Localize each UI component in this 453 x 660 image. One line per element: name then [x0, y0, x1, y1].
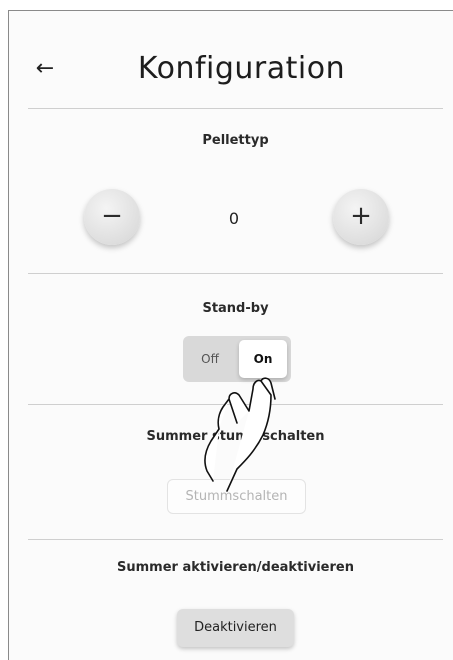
- decrement-button[interactable]: −: [84, 189, 140, 245]
- divider: [28, 404, 443, 405]
- divider: [28, 108, 443, 109]
- deactivate-button[interactable]: Deaktivieren: [177, 609, 294, 647]
- standby-off-option[interactable]: Off: [183, 336, 237, 382]
- pellettyp-label: Pellettyp: [202, 133, 269, 148]
- standby-toggle: Off On: [183, 336, 291, 382]
- standby-label: Stand-by: [202, 301, 269, 316]
- mute-button: Stummschalten: [167, 479, 306, 514]
- pellettyp-value: 0: [228, 209, 240, 228]
- page-title: Konfiguration: [137, 51, 346, 86]
- standby-on-option[interactable]: On: [239, 340, 287, 378]
- summer-toggle-label: Summer aktivieren/deaktivieren: [117, 560, 354, 575]
- increment-button[interactable]: +: [333, 189, 389, 245]
- config-screen: ← Konfiguration Pellettyp − 0 + Stand-by…: [8, 10, 453, 660]
- divider: [28, 539, 443, 540]
- summer-mute-label: Summer stummschalten: [146, 429, 325, 444]
- header: ← Konfiguration: [9, 11, 453, 109]
- divider: [28, 273, 443, 274]
